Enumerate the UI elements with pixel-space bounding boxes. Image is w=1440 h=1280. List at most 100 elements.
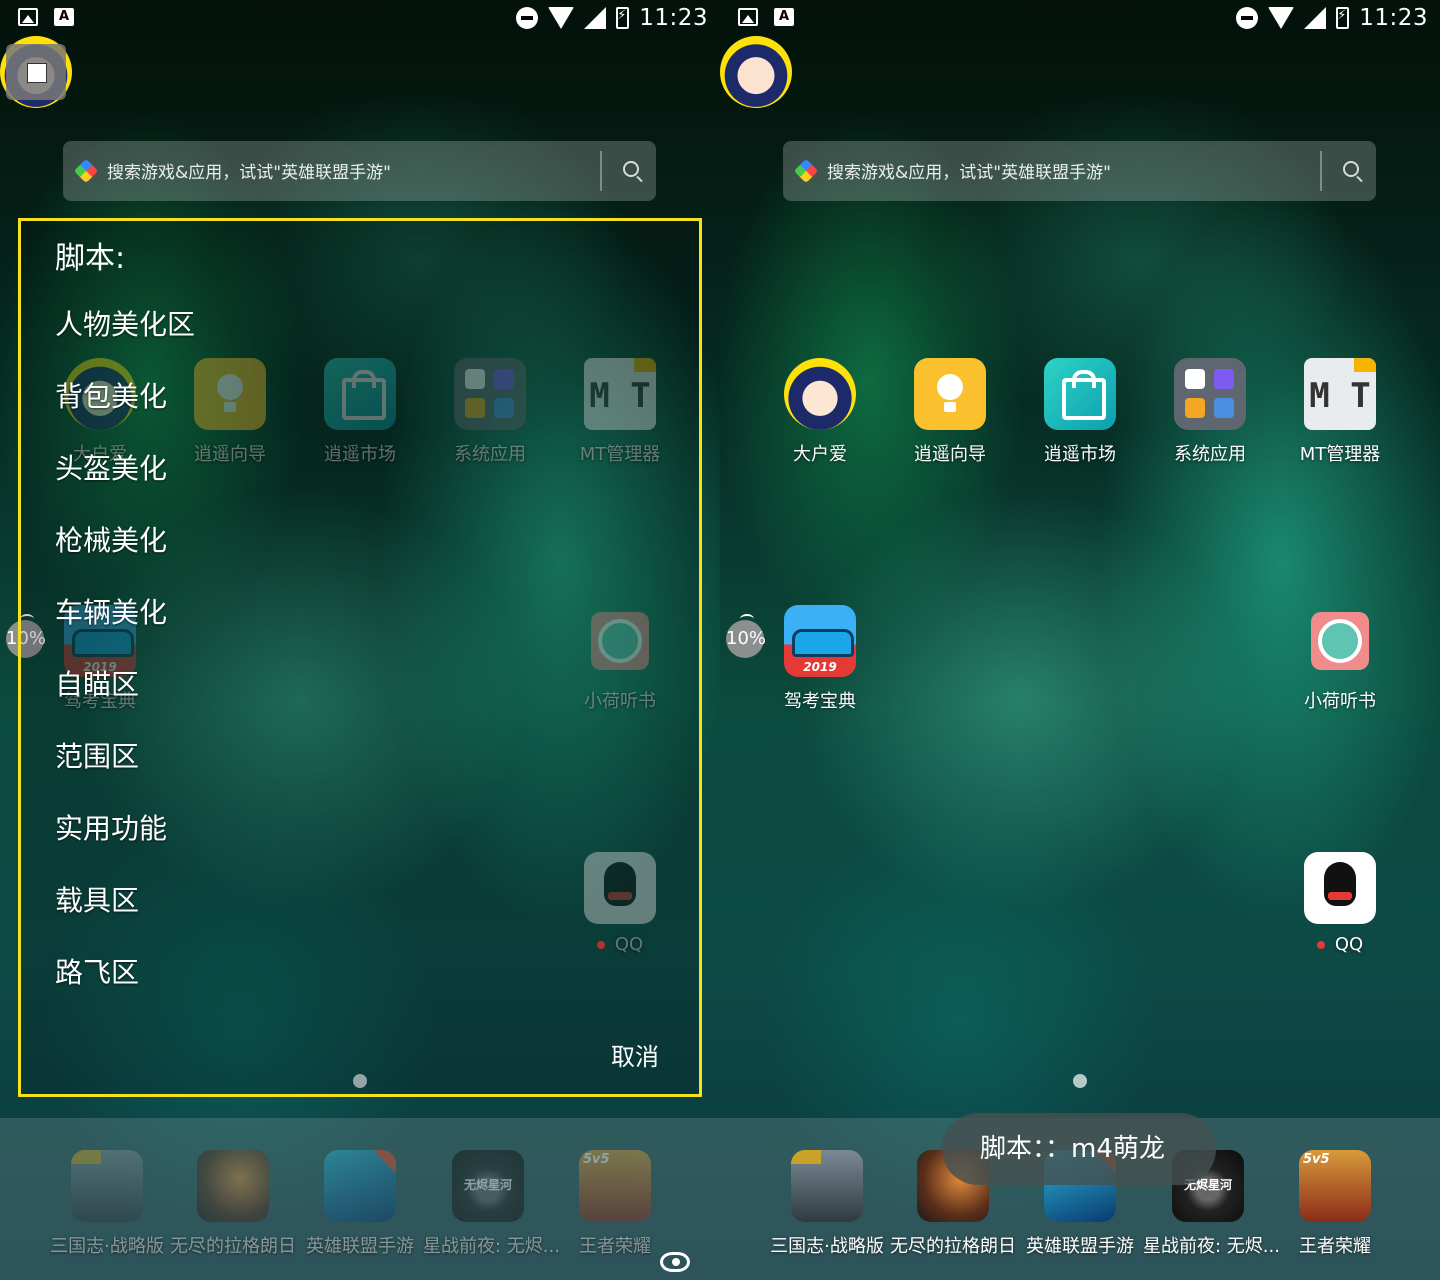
qq-label: QQ — [1334, 934, 1364, 955]
menu-item-luffy[interactable]: 路飞区 — [55, 951, 139, 991]
app-label: 逍遥市场 — [1044, 444, 1116, 465]
clock: 11:23 — [639, 5, 708, 31]
a-notification-icon: A — [774, 8, 794, 26]
app-xiaoyao-market[interactable]: 逍遥市场 — [1015, 358, 1145, 466]
a-notification-icon: A — [54, 8, 74, 26]
wangzhe-app-icon — [1299, 1150, 1371, 1222]
status-right: 11:23 — [516, 4, 708, 32]
menu-title: 脚本: — [55, 241, 126, 276]
menu-item-range[interactable]: 范围区 — [55, 735, 139, 775]
app-dahuai[interactable]: 大户爱 — [755, 358, 885, 466]
image-notification-icon — [18, 8, 38, 26]
menu-item-utilities[interactable]: 实用功能 — [55, 807, 167, 847]
app-system-apps[interactable]: 系统应用 — [1145, 358, 1275, 466]
app-label: 系统应用 — [1174, 444, 1246, 465]
app-label: 星战前夜: 无烬... — [423, 1236, 560, 1257]
car-app-icon — [784, 605, 856, 677]
stop-button[interactable] — [6, 44, 66, 100]
app-label: 三国志·战略版 — [50, 1236, 164, 1257]
battery-charging-icon — [616, 7, 630, 29]
folder-app-icon — [1174, 358, 1246, 430]
progress-badge[interactable]: 10% — [726, 614, 766, 658]
search-placeholder: 搜索游戏&应用，试试"英雄联盟手游" — [827, 163, 1111, 183]
dock-app-sanguozhi[interactable]: 三国志·战略版 — [762, 1150, 892, 1258]
search-placeholder: 搜索游戏&应用，试试"英雄联盟手游" — [107, 163, 391, 183]
wifi-icon — [1268, 7, 1295, 29]
app-qq[interactable]: QQ — [1275, 852, 1405, 955]
menu-item-character[interactable]: 人物美化区 — [55, 303, 195, 343]
app-label: QQ — [1275, 934, 1405, 955]
app-mt-manager[interactable]: MT管理器 — [1275, 358, 1405, 466]
search-bar[interactable]: 搜索游戏&应用，试试"英雄联盟手游" — [783, 141, 1376, 201]
toast-message: 脚本：：m4萌龙 — [942, 1113, 1216, 1185]
app-label: 驾考宝典 — [784, 691, 856, 712]
menu-item-vehicles[interactable]: 载具区 — [55, 879, 139, 919]
status-bar: A 11:23 — [0, 0, 720, 36]
right-screen: A 11:23 搜索游戏&应用，试试"英雄联盟手游" 大户爱 逍遥向导 逍遥市场… — [720, 0, 1440, 1280]
menu-item-vehicle-skin[interactable]: 车辆美化 — [55, 591, 167, 631]
app-xiaohe[interactable]: 小荷听书 — [1275, 605, 1405, 713]
search-icon[interactable] — [1343, 161, 1359, 177]
dock-app-eve[interactable]: 星战前夜: 无烬... — [423, 1150, 560, 1258]
penguin-app-icon — [1304, 852, 1376, 924]
app-label: 王者荣耀 — [1299, 1236, 1371, 1257]
app-label: 王者荣耀 — [579, 1236, 651, 1257]
headphones-app-icon — [1311, 612, 1369, 670]
do-not-disturb-icon — [1236, 7, 1259, 29]
notification-dot — [1316, 941, 1325, 949]
signal-icon — [1304, 7, 1327, 29]
sanguozhi-app-icon — [791, 1150, 863, 1222]
store-logo-icon — [73, 158, 99, 184]
menu-item-aimbot[interactable]: 自瞄区 — [55, 663, 139, 703]
app-label: 星战前夜: 无烬... — [1143, 1236, 1280, 1257]
battery-charging-icon — [1336, 7, 1350, 29]
app-label: 无尽的拉格朗日 — [170, 1236, 296, 1257]
wifi-icon — [548, 7, 575, 29]
app-jiakao[interactable]: 驾考宝典 — [755, 605, 885, 713]
menu-item-gun[interactable]: 枪械美化 — [55, 519, 167, 559]
floating-avatar[interactable] — [720, 36, 792, 108]
image-notification-icon — [738, 8, 758, 26]
shopping-bag-app-icon — [1044, 358, 1116, 430]
clock: 11:23 — [1359, 5, 1428, 31]
menu-item-helmet[interactable]: 头盔美化 — [55, 447, 167, 487]
wangzhe-app-icon — [579, 1150, 651, 1222]
dahuai-app-icon — [784, 358, 856, 430]
app-label: 逍遥向导 — [914, 444, 986, 465]
page-indicator — [1073, 1074, 1087, 1088]
menu-item-backpack[interactable]: 背包美化 — [55, 375, 167, 415]
app-xiaoyao-guide[interactable]: 逍遥向导 — [885, 358, 1015, 466]
script-menu-dialog: 脚本: 人物美化区 背包美化 头盔美化 枪械美化 车辆美化 自瞄区 范围区 实用… — [18, 218, 702, 1097]
lightbulb-app-icon — [914, 358, 986, 430]
store-logo-icon — [793, 158, 819, 184]
app-label: MT管理器 — [1299, 444, 1381, 465]
dock-app-lol[interactable]: 英雄联盟手游 — [295, 1150, 425, 1258]
app-label: 大户爱 — [793, 444, 847, 465]
sanguozhi-app-icon — [71, 1150, 143, 1222]
app-label: 三国志·战略版 — [770, 1236, 884, 1257]
lagrange-app-icon — [197, 1150, 269, 1222]
eve-app-icon — [452, 1150, 524, 1222]
search-divider — [1320, 151, 1322, 191]
eye-icon[interactable] — [660, 1252, 690, 1272]
app-label: 小荷听书 — [1304, 691, 1376, 712]
status-bar: A 11:23 — [720, 0, 1440, 36]
left-screen: A 11:23 搜索游戏&应用，试试"英雄联盟手游" 大户爱 逍遥向导 逍遥市场… — [0, 0, 720, 1280]
cancel-button[interactable]: 取消 — [611, 1037, 659, 1072]
do-not-disturb-icon — [516, 7, 539, 29]
lol-app-icon — [324, 1150, 396, 1222]
search-bar[interactable]: 搜索游戏&应用，试试"英雄联盟手游" — [63, 141, 656, 201]
search-icon[interactable] — [623, 161, 639, 177]
signal-icon — [584, 7, 607, 29]
dock-app-wangzhe[interactable]: 王者荣耀 — [1270, 1150, 1400, 1258]
dock-app-wangzhe[interactable]: 王者荣耀 — [550, 1150, 680, 1258]
app-label: 英雄联盟手游 — [1026, 1236, 1134, 1257]
app-label: 无尽的拉格朗日 — [890, 1236, 1016, 1257]
search-divider — [600, 151, 602, 191]
mt-app-icon — [1304, 358, 1376, 430]
dock: 三国志·战略版 无尽的拉格朗日 英雄联盟手游 星战前夜: 无烬... 王者荣耀 — [0, 1118, 720, 1280]
dock-app-lagrange[interactable]: 无尽的拉格朗日 — [168, 1150, 298, 1258]
dock-app-sanguozhi[interactable]: 三国志·战略版 — [42, 1150, 172, 1258]
app-label: 英雄联盟手游 — [306, 1236, 414, 1257]
status-right: 11:23 — [1236, 4, 1428, 32]
